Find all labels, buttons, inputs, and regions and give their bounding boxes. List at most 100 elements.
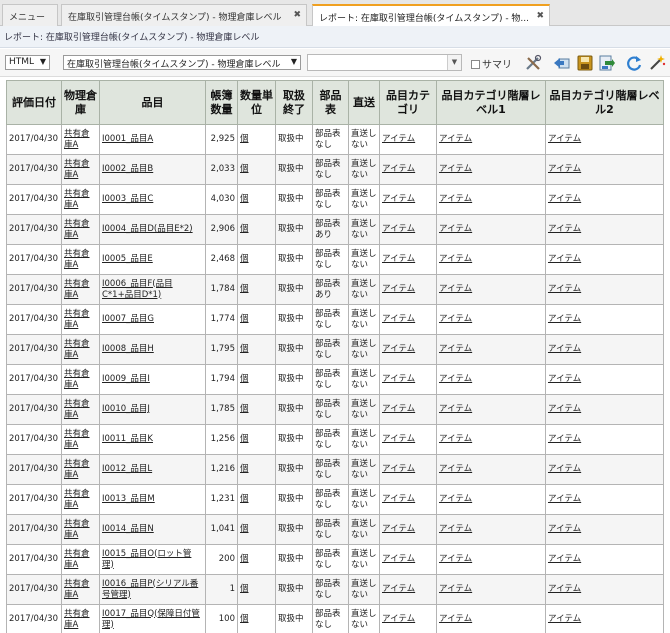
item-link[interactable]: I0016_品目P(シリアル番号管理): [102, 579, 198, 600]
category-level2-link[interactable]: アイテム: [548, 134, 581, 144]
column-header[interactable]: 数量単位: [237, 80, 276, 125]
category-level1-link[interactable]: アイテム: [439, 374, 472, 384]
category-level2-link[interactable]: アイテム: [548, 374, 581, 384]
column-header[interactable]: 取扱終了: [275, 80, 313, 125]
warehouse-link[interactable]: 共有倉庫A: [64, 339, 90, 360]
unit-link[interactable]: 個: [240, 164, 249, 174]
item-link[interactable]: I0010_品目J: [102, 404, 150, 414]
warehouse-link[interactable]: 共有倉庫A: [64, 429, 90, 450]
unit-link[interactable]: 個: [240, 224, 249, 234]
category-link[interactable]: アイテム: [382, 404, 415, 414]
unit-link[interactable]: 個: [240, 524, 249, 534]
unit-link[interactable]: 個: [240, 614, 249, 624]
category-level2-link[interactable]: アイテム: [548, 194, 581, 204]
category-level2-link[interactable]: アイテム: [548, 584, 581, 594]
category-link[interactable]: アイテム: [382, 134, 415, 144]
close-icon[interactable]: ✖: [536, 11, 544, 21]
export-icon[interactable]: [597, 54, 615, 72]
category-level2-link[interactable]: アイテム: [548, 494, 581, 504]
category-level2-link[interactable]: アイテム: [548, 314, 581, 324]
category-level1-link[interactable]: アイテム: [439, 494, 472, 504]
category-level2-link[interactable]: アイテム: [548, 164, 581, 174]
column-header[interactable]: 部品表: [312, 80, 349, 125]
warehouse-link[interactable]: 共有倉庫A: [64, 279, 90, 300]
category-link[interactable]: アイテム: [382, 254, 415, 264]
warehouse-link[interactable]: 共有倉庫A: [64, 309, 90, 330]
category-level2-link[interactable]: アイテム: [548, 434, 581, 444]
unit-link[interactable]: 個: [240, 494, 249, 504]
category-link[interactable]: アイテム: [382, 494, 415, 504]
chevron-down-icon[interactable]: ▼: [447, 55, 461, 70]
unit-link[interactable]: 個: [240, 464, 249, 474]
column-header[interactable]: 品目カテゴリ階層レベル2: [545, 80, 664, 125]
warehouse-link[interactable]: 共有倉庫A: [64, 609, 90, 630]
category-level1-link[interactable]: アイテム: [439, 164, 472, 174]
save-icon[interactable]: [576, 54, 594, 72]
category-level1-link[interactable]: アイテム: [439, 134, 472, 144]
item-link[interactable]: I0004_品目D(品目E*2): [102, 224, 193, 234]
unit-link[interactable]: 個: [240, 434, 249, 444]
warehouse-link[interactable]: 共有倉庫A: [64, 369, 90, 390]
category-level2-link[interactable]: アイテム: [548, 554, 581, 564]
tools-icon[interactable]: [524, 54, 542, 72]
column-header[interactable]: 評価日付: [6, 80, 62, 125]
category-link[interactable]: アイテム: [382, 344, 415, 354]
back-icon[interactable]: [553, 54, 571, 72]
category-link[interactable]: アイテム: [382, 434, 415, 444]
category-level2-link[interactable]: アイテム: [548, 524, 581, 534]
item-link[interactable]: I0003_品目C: [102, 194, 153, 204]
item-link[interactable]: I0005_品目E: [102, 254, 153, 264]
category-level1-link[interactable]: アイテム: [439, 524, 472, 534]
category-level2-link[interactable]: アイテム: [548, 404, 581, 414]
item-link[interactable]: I0013_品目M: [102, 494, 155, 504]
item-link[interactable]: I0001_品目A: [102, 134, 153, 144]
warehouse-link[interactable]: 共有倉庫A: [64, 189, 90, 210]
item-link[interactable]: I0002_品目B: [102, 164, 153, 174]
unit-link[interactable]: 個: [240, 374, 249, 384]
column-header[interactable]: 品目: [99, 80, 206, 125]
warehouse-link[interactable]: 共有倉庫A: [64, 399, 90, 420]
item-link[interactable]: I0006_品目F(品目C*1+品目D*1): [102, 279, 173, 300]
unit-link[interactable]: 個: [240, 134, 249, 144]
category-link[interactable]: アイテム: [382, 284, 415, 294]
column-header[interactable]: 帳簿数量: [205, 80, 238, 125]
item-link[interactable]: I0017_品目Q(保障日付管理): [102, 609, 200, 630]
category-level2-link[interactable]: アイテム: [548, 284, 581, 294]
category-level1-link[interactable]: アイテム: [439, 224, 472, 234]
unit-link[interactable]: 個: [240, 284, 249, 294]
warehouse-link[interactable]: 共有倉庫A: [64, 129, 90, 150]
unit-link[interactable]: 個: [240, 554, 249, 564]
category-level1-link[interactable]: アイテム: [439, 344, 472, 354]
search-combo[interactable]: ▼: [307, 54, 462, 71]
category-level2-link[interactable]: アイテム: [548, 464, 581, 474]
category-level1-link[interactable]: アイテム: [439, 284, 472, 294]
category-level1-link[interactable]: アイテム: [439, 584, 472, 594]
category-level1-link[interactable]: アイテム: [439, 194, 472, 204]
category-level1-link[interactable]: アイテム: [439, 254, 472, 264]
category-link[interactable]: アイテム: [382, 374, 415, 384]
category-level1-link[interactable]: アイテム: [439, 314, 472, 324]
category-level1-link[interactable]: アイテム: [439, 404, 472, 414]
tab-menu[interactable]: メニュー: [2, 4, 58, 26]
category-link[interactable]: アイテム: [382, 464, 415, 474]
close-icon[interactable]: ✖: [293, 10, 301, 20]
warehouse-link[interactable]: 共有倉庫A: [64, 249, 90, 270]
category-level1-link[interactable]: アイテム: [439, 554, 472, 564]
format-select[interactable]: HTML ▼: [5, 55, 50, 70]
column-header[interactable]: 品目カテゴリ: [379, 80, 437, 125]
category-level2-link[interactable]: アイテム: [548, 614, 581, 624]
tab-report[interactable]: レポート: 在庫取引管理台帳(タイムスタンプ) - 物... ✖: [312, 4, 550, 27]
category-level1-link[interactable]: アイテム: [439, 614, 472, 624]
warehouse-link[interactable]: 共有倉庫A: [64, 579, 90, 600]
unit-link[interactable]: 個: [240, 404, 249, 414]
warehouse-link[interactable]: 共有倉庫A: [64, 159, 90, 180]
item-link[interactable]: I0008_品目H: [102, 344, 154, 354]
item-link[interactable]: I0011_品目K: [102, 434, 153, 444]
category-link[interactable]: アイテム: [382, 584, 415, 594]
item-link[interactable]: I0007_品目G: [102, 314, 154, 324]
summary-checkbox[interactable]: サマリ: [471, 56, 512, 71]
category-link[interactable]: アイテム: [382, 554, 415, 564]
category-link[interactable]: アイテム: [382, 164, 415, 174]
warehouse-link[interactable]: 共有倉庫A: [64, 489, 90, 510]
category-level1-link[interactable]: アイテム: [439, 434, 472, 444]
